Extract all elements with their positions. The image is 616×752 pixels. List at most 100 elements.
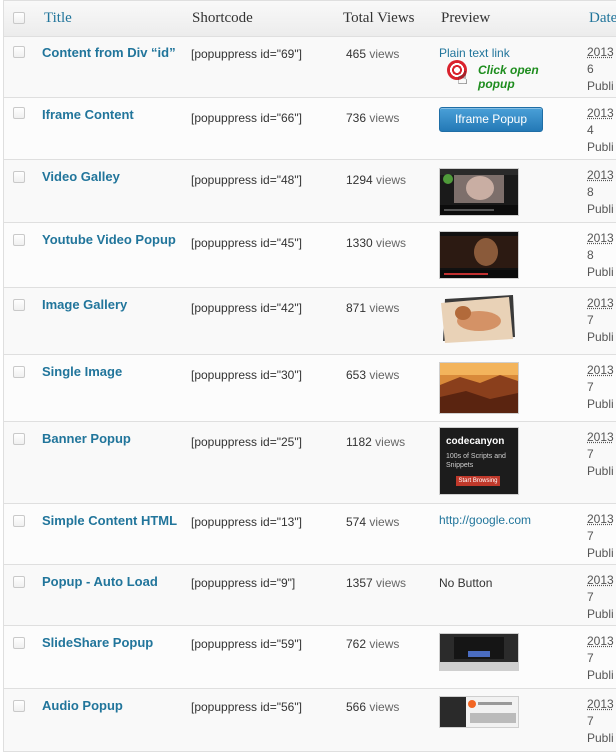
row-title-link[interactable]: SlideShare Popup	[42, 635, 153, 650]
date-day: 7	[587, 313, 594, 327]
date-day: 7	[587, 380, 594, 394]
row-checkbox[interactable]	[13, 46, 25, 58]
slideshare-image	[440, 634, 518, 670]
date-year: 2013	[587, 573, 614, 587]
row-checkbox[interactable]	[13, 234, 25, 246]
row-shortcode: [popuppress id="30"]	[191, 368, 302, 382]
column-title-header[interactable]: Title	[44, 10, 72, 27]
row-views: 871 views	[346, 301, 399, 315]
date-year: 2013	[587, 430, 614, 444]
canyon-image-thumbnail[interactable]	[439, 362, 519, 414]
row-checkbox[interactable]	[13, 433, 25, 445]
select-all-checkbox[interactable]	[13, 12, 25, 24]
table-row: Audio Popup [popuppress id="56"] 566 vie…	[4, 689, 616, 752]
column-shortcode-header: Shortcode	[192, 10, 253, 26]
row-checkbox[interactable]	[13, 107, 25, 119]
post-status: Publi	[587, 668, 614, 682]
column-preview-header: Preview	[441, 10, 491, 26]
post-status: Publi	[587, 202, 614, 216]
row-shortcode: [popuppress id="13"]	[191, 515, 302, 529]
iframe-popup-button[interactable]: Iframe Popup	[439, 107, 543, 132]
row-shortcode: [popuppress id="56"]	[191, 700, 302, 714]
row-shortcode: [popuppress id="45"]	[191, 236, 302, 250]
row-checkbox[interactable]	[13, 299, 25, 311]
row-checkbox[interactable]	[13, 576, 25, 588]
banner-cta-button: Start Browsing	[456, 476, 500, 486]
youtube-video-thumbnail[interactable]	[439, 231, 519, 279]
image-gallery-thumbnail[interactable]	[439, 293, 517, 345]
table-row: Image Gallery [popuppress id="42"] 871 v…	[4, 288, 616, 355]
views-count: 736	[346, 111, 367, 125]
banner-text: 100s of Scripts and Snippets	[446, 453, 506, 469]
views-count: 871	[346, 301, 367, 315]
row-date: 2013 7 Publi	[587, 429, 614, 480]
date-year: 2013	[587, 45, 614, 59]
row-checkbox[interactable]	[13, 171, 25, 183]
date-day: 7	[587, 529, 594, 543]
row-shortcode: [popuppress id="59"]	[191, 637, 302, 651]
row-views: 1330 views	[346, 236, 406, 250]
views-count: 653	[346, 368, 367, 382]
date-day: 7	[587, 714, 594, 728]
row-title-link[interactable]: Iframe Content	[42, 107, 134, 122]
row-shortcode: [popuppress id="9"]	[191, 576, 296, 590]
row-checkbox[interactable]	[13, 637, 25, 649]
table-row: Youtube Video Popup [popuppress id="45"]…	[4, 223, 616, 288]
slideshare-thumbnail[interactable]	[439, 633, 519, 671]
column-date-header[interactable]: Date	[589, 10, 616, 27]
post-status: Publi	[587, 265, 614, 279]
row-title-link[interactable]: Simple Content HTML	[42, 513, 177, 528]
views-unit: views	[376, 173, 407, 187]
date-year: 2013	[587, 363, 614, 377]
table-row: Video Galley [popuppress id="48"] 1294 v…	[4, 160, 616, 223]
table-header: Title Shortcode Total Views Preview Date	[4, 0, 616, 37]
row-views: 762 views	[346, 637, 399, 651]
audio-player-thumbnail[interactable]	[439, 696, 519, 728]
date-day: 7	[587, 447, 594, 461]
row-checkbox[interactable]	[13, 700, 25, 712]
views-unit: views	[369, 47, 400, 61]
date-day: 8	[587, 185, 594, 199]
banner-thumbnail[interactable]: codecanyon 100s of Scripts and Snippets …	[439, 427, 519, 495]
table-row: Single Image [popuppress id="30"] 653 vi…	[4, 355, 616, 422]
row-checkbox[interactable]	[13, 515, 25, 527]
video-gallery-thumbnail[interactable]	[439, 168, 519, 216]
row-shortcode: [popuppress id="25"]	[191, 435, 302, 449]
date-year: 2013	[587, 231, 614, 245]
row-title-link[interactable]: Audio Popup	[42, 698, 123, 713]
youtube-video-image	[440, 232, 518, 278]
row-views: 1357 views	[346, 576, 406, 590]
row-title-link[interactable]: Youtube Video Popup	[42, 232, 176, 247]
row-title-link[interactable]: Video Galley	[42, 169, 120, 184]
date-year: 2013	[587, 106, 614, 120]
post-status: Publi	[587, 731, 614, 745]
row-title-link[interactable]: Single Image	[42, 364, 122, 379]
date-day: 7	[587, 651, 594, 665]
row-date: 2013 7 Publi	[587, 295, 614, 346]
table-row: Popup - Auto Load [popuppress id="9"] 13…	[4, 565, 616, 626]
preview-url-link[interactable]: http://google.com	[439, 513, 531, 527]
post-status: Publi	[587, 607, 614, 621]
video-gallery-image	[440, 169, 518, 215]
popups-table: Title Shortcode Total Views Preview Date…	[3, 0, 616, 752]
views-count: 574	[346, 515, 367, 529]
row-title-link[interactable]: Popup - Auto Load	[42, 574, 158, 589]
click-hint-label: Click open popup	[478, 63, 539, 91]
row-date: 2013 7 Publi	[587, 696, 614, 747]
table-row: SlideShare Popup [popuppress id="59"] 76…	[4, 626, 616, 689]
row-title-link[interactable]: Banner Popup	[42, 431, 131, 446]
row-views: 653 views	[346, 368, 399, 382]
date-year: 2013	[587, 512, 614, 526]
row-checkbox[interactable]	[13, 366, 25, 378]
post-status: Publi	[587, 464, 614, 478]
date-day: 6	[587, 62, 594, 76]
views-unit: views	[369, 637, 400, 651]
row-views: 465 views	[346, 47, 399, 61]
table-row: Banner Popup [popuppress id="25"] 1182 v…	[4, 422, 616, 504]
preview-plain-text-link[interactable]: Plain text link	[439, 46, 510, 60]
row-title-link[interactable]: Image Gallery	[42, 297, 127, 312]
post-status: Publi	[587, 330, 614, 344]
views-count: 1294	[346, 173, 373, 187]
row-views: 566 views	[346, 700, 399, 714]
row-title-link[interactable]: Content from Div “id”	[42, 45, 176, 60]
